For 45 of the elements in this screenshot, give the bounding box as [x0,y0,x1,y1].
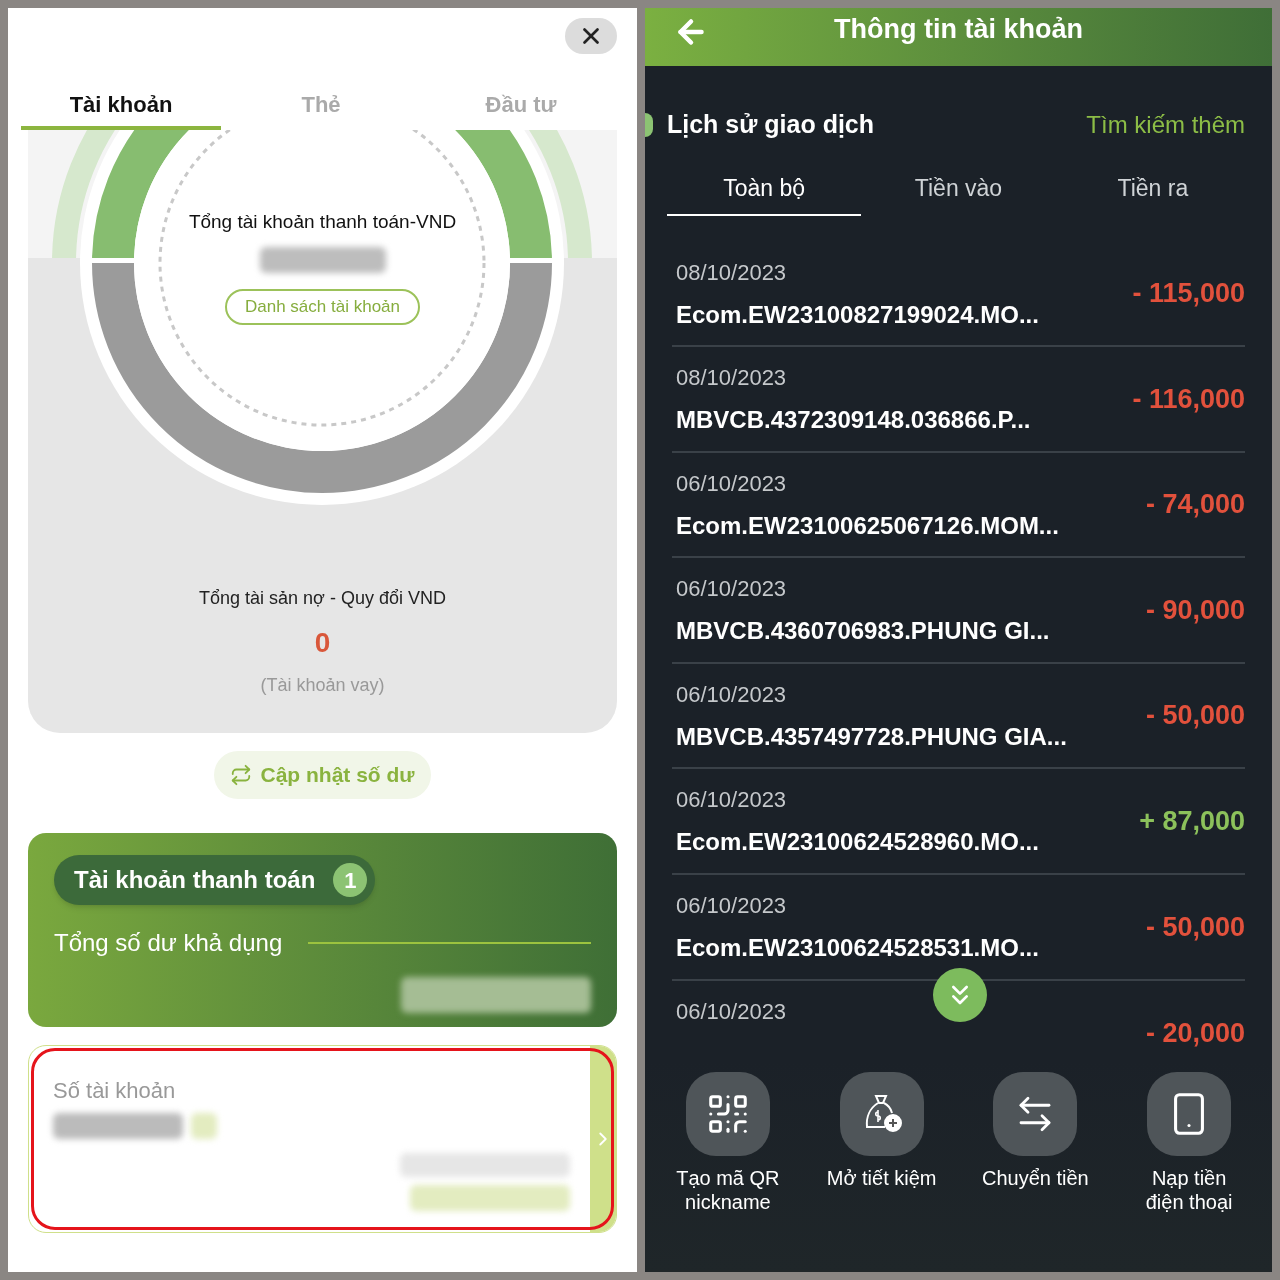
tab[interactable]: Tiền ra [1055,163,1250,216]
debt-note: (Tài khoản vay) [260,674,385,697]
tab[interactable]: Tiền vào [861,163,1056,216]
transaction-description: Ecom.EW23100624528960.MO... [676,827,1039,858]
tab[interactable]: Toàn bộ [667,163,862,216]
refresh-icon [230,764,253,786]
account-number-label: Số tài khoản [53,1077,177,1105]
transaction-amount: - 74,000 [1145,488,1245,522]
section-title: Lịch sử giao dịch [667,109,875,140]
transaction-description: Ecom.EW23100625067126.MOM... [676,510,1059,541]
transaction-date: 08/10/2023 [676,364,787,393]
quick-action-button[interactable]: Chuyển tiền [960,1072,1111,1272]
transaction-date: 06/10/2023 [676,997,787,1026]
transaction-description: MBVCB.4360706983.PHUNG GI... [676,616,1050,647]
transaction-amount: - 90,000 [1145,593,1245,627]
transaction-date: 06/10/2023 [676,469,787,498]
transaction-amount: - 50,000 [1145,699,1245,733]
scroll-down-button[interactable] [933,968,987,1022]
available-balance-label: Tổng số dư khả dụng [54,928,283,958]
close-button[interactable] [565,18,617,54]
transaction-description: MBVCB.4372309148.036866.P... [676,405,1031,436]
quick-action-button[interactable]: Nạp tiền điện thoại [1114,1072,1265,1272]
transaction-description: Ecom.EW23100827199024.MO... [676,299,1039,330]
transaction-description: MBVCB.4357497728.PHUNG GIA... [676,721,1067,752]
transaction-amount: - 20,000 [1145,1017,1245,1051]
section-marker [645,112,653,137]
account-type-title: Tài khoản thanh toán [74,865,316,895]
transaction-amount: - 116,000 [1132,382,1245,416]
quick-action-button[interactable]: Tạo mã QR nickname [652,1072,803,1272]
transaction-date: 08/10/2023 [676,258,787,287]
transaction-date: 06/10/2023 [676,680,787,709]
transaction-date: 06/10/2023 [676,892,787,921]
transaction-amount: - 115,000 [1132,277,1245,311]
transaction-amount: - 50,000 [1145,910,1245,944]
debt-value: 0 [314,626,331,660]
transaction-description: Ecom.EW23100624528531.MO... [676,933,1039,964]
debt-label: Tổng tài sản nợ - Quy đổi VND [199,587,446,610]
search-more-link[interactable]: Tìm kiếm thêm [1086,106,1245,143]
blurred-value [191,1113,217,1139]
transaction-date: 06/10/2023 [676,786,787,815]
quick-action-button[interactable]: Mở tiết kiệm [806,1072,957,1272]
transaction-date: 06/10/2023 [676,575,787,604]
header-title: Thông tin tài khoản [834,12,1083,46]
account-count-badge: 1 [333,863,368,897]
transaction-amount: + 87,000 [1139,805,1245,838]
